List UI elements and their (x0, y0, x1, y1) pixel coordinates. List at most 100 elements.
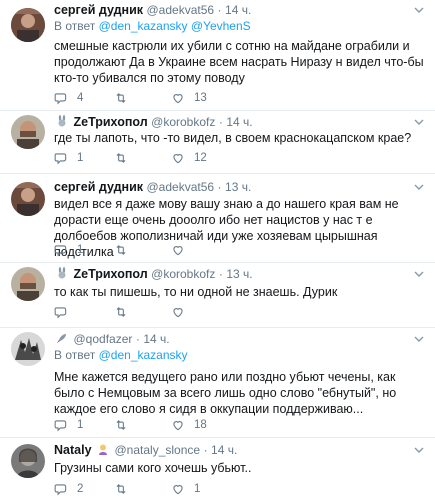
timestamp[interactable]: 14 ч. (225, 3, 251, 17)
tweet-1[interactable]: сергей дудник @adekvat56 · 14 ч. В ответ… (0, 0, 435, 110)
separator: · (203, 443, 208, 457)
rabbit-emoji-icon (56, 267, 68, 279)
avatar-image (11, 182, 45, 216)
reply-button[interactable]: 4 (54, 90, 83, 106)
timestamp[interactable]: 14 ч. (226, 115, 252, 129)
mention-link[interactable]: @YevhenS (191, 19, 251, 33)
reply-button[interactable] (54, 304, 77, 320)
avatar[interactable] (11, 182, 45, 216)
tweet-5[interactable]: @qodfazer · 14 ч. В ответ @den_kazansky … (0, 328, 435, 437)
avatar[interactable] (11, 115, 45, 149)
avatar-image (11, 115, 45, 149)
retweet-button[interactable] (114, 417, 137, 433)
retweet-icon (116, 484, 126, 494)
separator: · (217, 3, 222, 17)
reply-button[interactable]: 1 (54, 242, 83, 258)
reply-count: 4 (77, 92, 84, 104)
retweet-icon (116, 153, 126, 163)
separator: · (218, 115, 223, 129)
tweet-actions: 1 (54, 242, 354, 258)
tweet-text: то как ты пишешь, то ни одной не знаешь.… (54, 285, 338, 299)
timestamp[interactable]: 13 ч. (225, 180, 251, 194)
reply-count: 1 (77, 152, 84, 164)
like-button[interactable]: 18 (171, 417, 207, 433)
author-handle[interactable]: @adekvat56 (147, 3, 215, 17)
tweet-actions: 1 18 (54, 417, 354, 433)
author-handle[interactable]: @korobkofz (151, 267, 215, 281)
tweet-text: Мне кажется ведущего рано или поздно убь… (54, 370, 397, 416)
tweet-text: где ты лапоть, что -то видел, в своем кр… (54, 131, 412, 145)
retweet-button[interactable] (114, 304, 137, 320)
tweet-3[interactable]: сергей дудник @adekvat56 · 13 ч. видел в… (0, 174, 435, 262)
like-count: 13 (194, 92, 207, 104)
avatar-image (11, 267, 45, 301)
mention-link[interactable]: @den_kazansky (99, 19, 188, 33)
chevron-down-icon[interactable] (413, 333, 425, 345)
chevron-down-icon[interactable] (413, 4, 425, 16)
tweet-6[interactable]: Nataly @nataly_slonce · 14 ч. Грузины са… (0, 438, 435, 500)
author-handle[interactable]: @qodfazer (73, 332, 132, 346)
author-name[interactable]: ZeТрихопол (73, 267, 147, 281)
author-handle[interactable]: @korobkofz (151, 115, 215, 129)
tweet-actions (54, 304, 354, 320)
retweet-button[interactable] (114, 90, 137, 106)
like-button[interactable]: 13 (171, 90, 207, 106)
reply-context: В ответ @den_kazansky (54, 347, 427, 363)
reply-icon (54, 153, 67, 165)
tweet-actions: 2 1 (54, 481, 354, 497)
avatar[interactable] (11, 444, 45, 478)
retweet-button[interactable] (114, 242, 137, 258)
author-name[interactable]: сергей дудник (54, 180, 143, 194)
like-icon (173, 421, 183, 431)
tweet-actions: 1 12 (54, 150, 354, 166)
reply-button[interactable]: 2 (54, 481, 83, 497)
like-count: 12 (194, 152, 207, 164)
author-name[interactable]: ZeТрихопол (73, 115, 147, 129)
avatar[interactable] (11, 267, 45, 301)
reply-button[interactable]: 1 (54, 417, 83, 433)
retweet-button[interactable] (114, 150, 137, 166)
avatar[interactable] (11, 332, 45, 366)
author-name[interactable]: Nataly (54, 443, 92, 457)
retweet-icon (116, 245, 126, 255)
separator: · (135, 332, 140, 346)
reply-context: В ответ @den_kazansky @YevhenS (54, 18, 427, 34)
chevron-down-icon[interactable] (413, 181, 425, 193)
reply-icon (54, 420, 67, 432)
chevron-down-icon[interactable] (413, 444, 425, 456)
timestamp[interactable]: 14 ч. (211, 443, 237, 457)
tweet-2[interactable]: ZeТрихопол @korobkofz · 14 ч. где ты лап… (0, 111, 435, 174)
like-button[interactable] (171, 304, 194, 320)
reply-icon (54, 93, 67, 105)
reply-icon (54, 245, 67, 257)
tweet-text: смешные кастрюли их убили с сотню на май… (54, 39, 424, 85)
reply-count: 2 (77, 483, 84, 495)
tweet-4[interactable]: ZeТрихопол @korobkofz · 13 ч. то как ты … (0, 263, 435, 327)
reply-prefix: В ответ (54, 19, 96, 33)
timestamp[interactable]: 13 ч. (226, 267, 252, 281)
reply-icon (54, 307, 67, 319)
retweet-icon (116, 307, 126, 317)
reply-button[interactable]: 1 (54, 150, 83, 166)
like-count: 18 (194, 419, 207, 431)
author-handle[interactable]: @nataly_slonce (115, 443, 201, 457)
like-button[interactable] (171, 242, 194, 258)
like-count: 1 (194, 483, 201, 495)
reply-prefix: В ответ (54, 348, 96, 362)
mention-link[interactable]: @den_kazansky (99, 348, 188, 362)
like-button[interactable]: 1 (171, 481, 200, 497)
retweet-button[interactable] (114, 481, 137, 497)
tweet-actions: 4 13 (54, 90, 354, 106)
chevron-down-icon[interactable] (413, 116, 425, 128)
timestamp[interactable]: 14 ч. (143, 332, 169, 346)
avatar-image (11, 332, 45, 366)
author-name[interactable]: сергей дудник (54, 3, 143, 17)
author-handle[interactable]: @adekvat56 (147, 180, 215, 194)
reply-icon (54, 484, 67, 496)
avatar-image (11, 8, 45, 42)
tweet-text: Грузины сами кого хочешь убьют.. (54, 461, 252, 475)
like-button[interactable]: 12 (171, 150, 207, 166)
like-icon (173, 485, 183, 495)
chevron-down-icon[interactable] (413, 268, 425, 280)
avatar[interactable] (11, 8, 45, 42)
